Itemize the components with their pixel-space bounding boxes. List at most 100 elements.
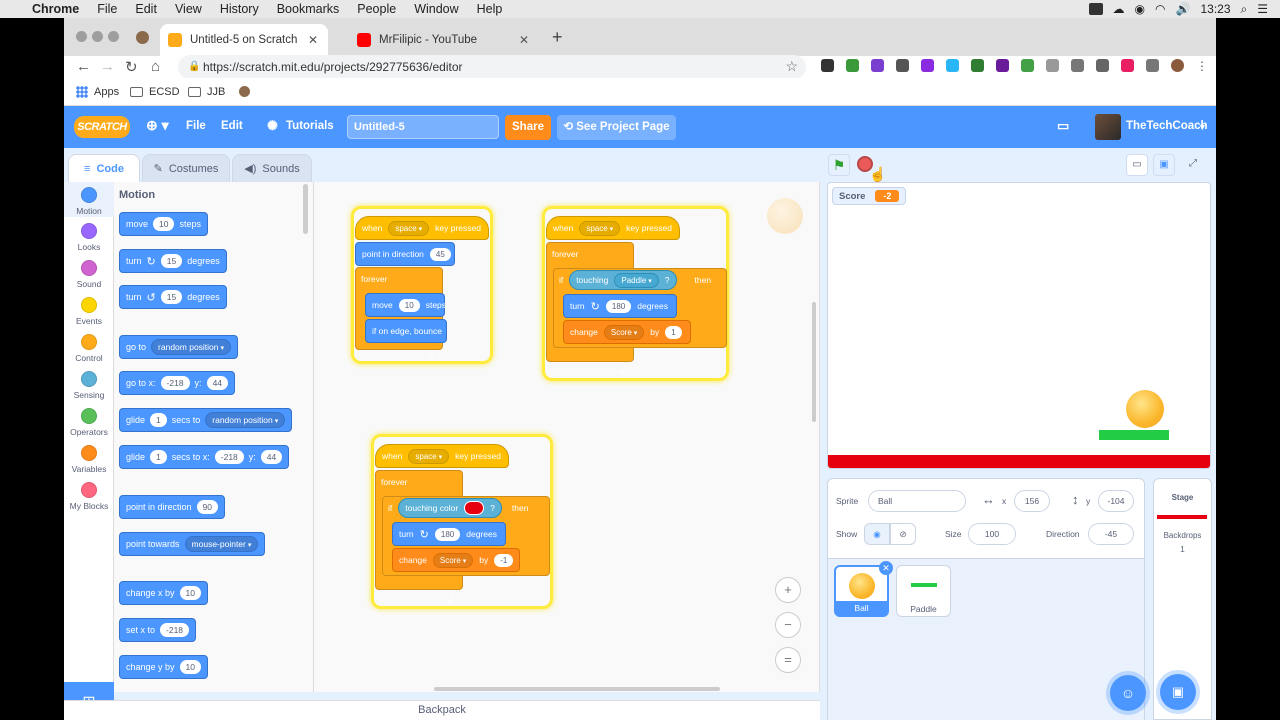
- reload-icon[interactable]: ↻: [125, 58, 138, 76]
- tab-youtube[interactable]: MrFilipic - YouTube ✕: [349, 24, 539, 56]
- number-input[interactable]: 1: [150, 450, 167, 464]
- category-my-blocks[interactable]: My Blocks: [64, 482, 114, 511]
- extension-icon[interactable]: [1096, 59, 1109, 72]
- show-visible-eye-icon[interactable]: ◉: [864, 523, 890, 545]
- bookmark-avatar-icon[interactable]: [239, 86, 250, 97]
- small-stage-button[interactable]: ▭: [1126, 154, 1148, 176]
- number-input[interactable]: 44: [260, 450, 283, 464]
- number-input[interactable]: 1: [665, 325, 682, 339]
- tab-close-icon[interactable]: ✕: [308, 33, 318, 47]
- touching-color-sensor[interactable]: touching color ?: [398, 498, 502, 518]
- menu-app[interactable]: Chrome: [32, 2, 79, 16]
- green-flag-button[interactable]: ⚑: [828, 154, 850, 176]
- category-control[interactable]: Control: [64, 334, 114, 363]
- extension-icon[interactable]: [846, 59, 859, 72]
- stage[interactable]: Score -2: [827, 182, 1211, 469]
- touching-target-dropdown[interactable]: Paddle: [614, 272, 659, 288]
- tab-costumes[interactable]: ✎ Costumes: [142, 154, 230, 182]
- number-input[interactable]: 10: [179, 586, 202, 600]
- number-input[interactable]: 90: [196, 500, 219, 514]
- block-turn-right[interactable]: turn ↻ 180 degrees: [392, 522, 506, 546]
- extension-icon[interactable]: [1071, 59, 1084, 72]
- block-glide-to-xy[interactable]: glide 1 secs to x: -218 y: 44: [119, 445, 290, 469]
- window-zoom-button[interactable]: [108, 31, 119, 42]
- number-input[interactable]: 15: [160, 254, 183, 268]
- key-dropdown[interactable]: space: [388, 220, 430, 236]
- menu-list-icon[interactable]: ☰: [1257, 2, 1268, 16]
- block-point-towards[interactable]: point towards mouse-pointer: [119, 532, 266, 556]
- category-looks[interactable]: Looks: [64, 223, 114, 252]
- variable-dropdown[interactable]: Score: [432, 552, 474, 568]
- cast-icon[interactable]: [1146, 59, 1159, 72]
- clock[interactable]: 13:23: [1200, 2, 1230, 16]
- block-set-x[interactable]: set x to -218: [119, 618, 197, 642]
- block-change-y[interactable]: change y by 10: [119, 655, 209, 679]
- tab-code[interactable]: ≡ Code: [68, 154, 140, 182]
- extension-icon[interactable]: [1021, 59, 1034, 72]
- number-input[interactable]: -218: [214, 450, 244, 464]
- palette-scrollbar[interactable]: [303, 184, 308, 234]
- block-point-in-direction[interactable]: point in direction 45: [355, 242, 455, 266]
- workspace-vertical-scrollbar[interactable]: [812, 302, 816, 422]
- extension-icon[interactable]: [1046, 59, 1059, 72]
- size-input[interactable]: 100: [968, 523, 1016, 545]
- menu-edit[interactable]: Edit: [135, 2, 157, 16]
- extension-icon[interactable]: [946, 59, 959, 72]
- block-turn-right[interactable]: turn ↻ 15 degrees: [119, 249, 227, 273]
- block-if-on-edge-bounce[interactable]: if on edge, bounce: [365, 319, 447, 343]
- category-motion[interactable]: Motion: [64, 182, 114, 217]
- menu-tutorials[interactable]: Tutorials: [286, 120, 334, 132]
- back-icon[interactable]: ←: [76, 58, 91, 75]
- bookmark-jjb[interactable]: JJB: [188, 86, 225, 98]
- normal-stage-button[interactable]: ▣: [1153, 154, 1175, 176]
- screen-record-icon[interactable]: [1088, 3, 1103, 15]
- x-position-input[interactable]: 156: [1014, 490, 1050, 512]
- ball-sprite[interactable]: [1126, 390, 1164, 428]
- address-bar[interactable]: 🔒 https://scratch.mit.edu/projects/29277…: [178, 55, 806, 79]
- when-key-pressed-hat[interactable]: when space key pressed: [355, 216, 489, 240]
- number-input[interactable]: 1: [150, 413, 167, 427]
- block-turn-right[interactable]: turn ↻ 180 degrees: [563, 294, 677, 318]
- scratch-logo[interactable]: SCRATCH: [74, 116, 130, 138]
- number-input[interactable]: 10: [179, 660, 202, 674]
- block-change-variable[interactable]: change Score by -1: [392, 548, 520, 572]
- zoom-out-button[interactable]: −: [775, 612, 801, 638]
- window-close-button[interactable]: [76, 31, 87, 42]
- bookmark-star-icon[interactable]: ☆: [785, 58, 798, 75]
- tab-close-icon[interactable]: ✕: [519, 33, 529, 47]
- status-icon[interactable]: ◉: [1135, 2, 1145, 16]
- number-input[interactable]: 44: [206, 376, 229, 390]
- number-input[interactable]: -218: [160, 376, 190, 390]
- touching-sensor[interactable]: touching Paddle ?: [569, 270, 677, 290]
- user-avatar[interactable]: [1095, 114, 1121, 140]
- script-2[interactable]: when space key pressed forever if touchi…: [542, 206, 729, 381]
- target-dropdown[interactable]: random position: [205, 412, 286, 428]
- block-turn-left[interactable]: turn ↺ 15 degrees: [119, 285, 227, 309]
- block-go-to-xy[interactable]: go to x: -218 y: 44: [119, 371, 236, 395]
- fullscreen-icon[interactable]: ⤢: [1182, 154, 1204, 176]
- target-dropdown[interactable]: mouse-pointer: [184, 536, 259, 552]
- block-move-steps[interactable]: move 10 steps: [365, 293, 446, 317]
- category-variables[interactable]: Variables: [64, 445, 114, 474]
- volume-icon[interactable]: 🔊: [1176, 2, 1191, 16]
- backpack-bar[interactable]: Backpack: [64, 700, 820, 720]
- number-input[interactable]: 15: [160, 290, 183, 304]
- category-events[interactable]: Events: [64, 297, 114, 326]
- extension-icon[interactable]: [921, 59, 934, 72]
- extension-icon[interactable]: [896, 59, 909, 72]
- project-title-input[interactable]: Untitled-5: [347, 115, 499, 139]
- number-input[interactable]: 180: [605, 299, 632, 313]
- user-menu-chevron-down-icon[interactable]: ▼: [1198, 122, 1207, 132]
- number-input[interactable]: -1: [494, 553, 514, 567]
- sprite-thumb-ball[interactable]: Ball ✕: [834, 561, 893, 617]
- paddle-sprite[interactable]: [1099, 430, 1169, 440]
- menu-history[interactable]: History: [220, 2, 259, 16]
- workspace-horizontal-scrollbar[interactable]: [434, 687, 720, 691]
- key-dropdown[interactable]: space: [408, 448, 450, 464]
- extension-icon[interactable]: [871, 59, 884, 72]
- tab-scratch[interactable]: Untitled-5 on Scratch ✕: [160, 24, 328, 56]
- block-go-to[interactable]: go to random position: [119, 335, 238, 359]
- category-operators[interactable]: Operators: [64, 408, 114, 437]
- lightbulb-icon[interactable]: ✺: [267, 118, 278, 134]
- chrome-menu-icon[interactable]: ⋮: [1196, 59, 1208, 73]
